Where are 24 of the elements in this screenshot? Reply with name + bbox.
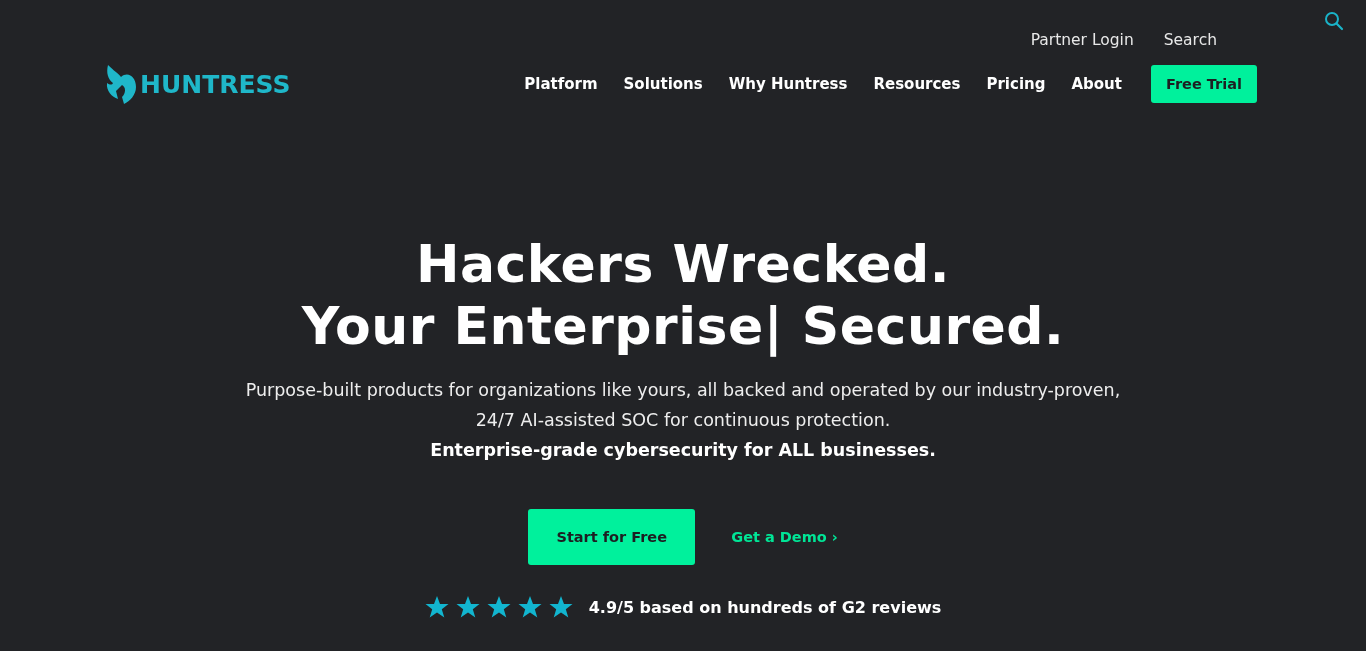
utility-link[interactable]: Search	[1163, 31, 1217, 49]
nav-link[interactable]: Platform	[524, 75, 598, 93]
start-for-free-button[interactable]: Start for Free	[528, 509, 696, 565]
nav-link[interactable]: Pricing	[986, 75, 1046, 93]
free-trial-button[interactable]: Free Trial	[1150, 65, 1257, 103]
hero-headline: Your Enterprise| Secured.	[301, 295, 1065, 357]
nav-link[interactable]: Solutions	[623, 75, 703, 93]
search-icon[interactable]	[1324, 11, 1344, 31]
star-icon	[455, 595, 480, 619]
star-icon	[486, 595, 511, 619]
hero-tagline: Enterprise-grade cybersecurity for ALL businesses.	[430, 439, 936, 462]
nav-link[interactable]: Why Huntress	[728, 75, 848, 93]
nav-link[interactable]: About	[1071, 75, 1122, 93]
utility-link[interactable]: Partner Login	[1030, 31, 1134, 49]
logo-wordmark[interactable]: HUNTRESS	[140, 69, 291, 99]
hero-headline: Hackers Wrecked.	[415, 233, 951, 295]
logo-icon[interactable]	[104, 63, 138, 105]
get-a-demo-link[interactable]: Get a Demo ›	[731, 529, 838, 545]
star-icon	[517, 595, 542, 619]
rating-text: 4.9/5 based on hundreds of G2 reviews	[588, 597, 942, 617]
nav-link[interactable]: Resources	[873, 75, 961, 93]
star-icon	[424, 595, 449, 619]
star-icon	[548, 595, 573, 619]
hero-description: Purpose-built products for organizations like yours, all backed and operated by our industry-proven, 24/7 AI-assisted SOC for continuous protection.	[244, 379, 1122, 432]
